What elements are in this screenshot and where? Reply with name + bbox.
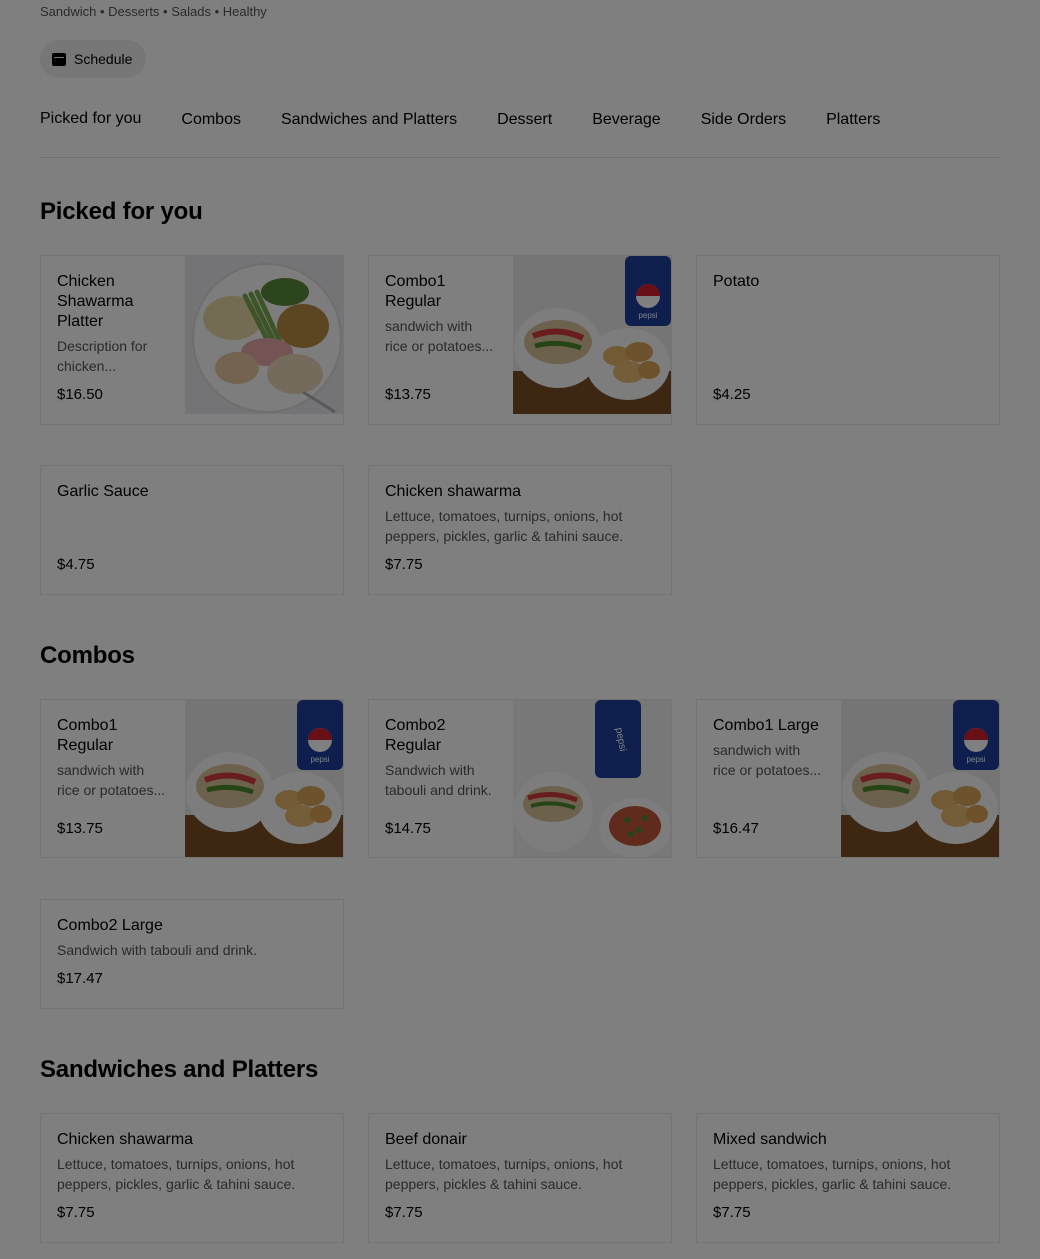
modal-backdrop-overlay[interactable] xyxy=(0,0,1040,1259)
